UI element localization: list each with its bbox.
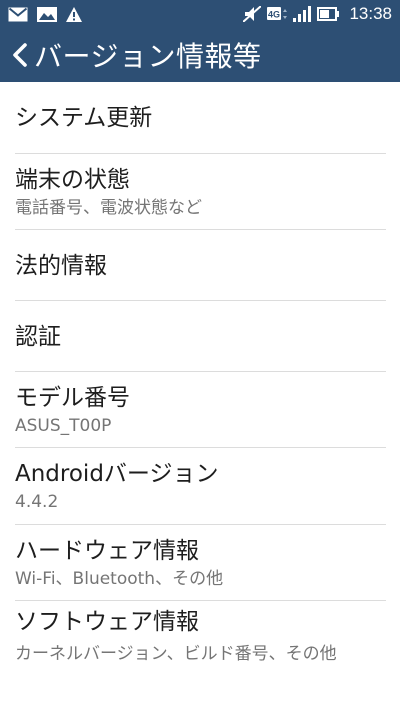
item-subtitle: Wi-Fi、Bluetooth、その他 <box>15 568 224 589</box>
list-item-system-update[interactable]: システム更新 <box>0 82 400 154</box>
notification-icons <box>8 6 82 22</box>
list-item-model-number[interactable]: モデル番号 ASUS_T00P <box>0 372 400 448</box>
item-title: ソフトウェア情報 <box>15 609 199 635</box>
list-item-hardware-info[interactable]: ハードウェア情報 Wi-Fi、Bluetooth、その他 <box>0 525 400 601</box>
warning-icon <box>66 6 82 22</box>
item-title: ハードウェア情報 <box>15 537 199 564</box>
item-title: モデル番号 <box>15 384 130 411</box>
item-subtitle: ASUS_T00P <box>15 415 112 436</box>
signal-icon <box>293 6 312 22</box>
item-title: システム更新 <box>15 105 153 131</box>
item-title: 法的情報 <box>15 252 107 279</box>
item-title: 認証 <box>15 323 61 350</box>
item-subtitle: 電話番号、電波状態など <box>15 197 202 218</box>
mail-icon <box>8 7 28 22</box>
app-bar: バージョン情報等 <box>0 28 400 82</box>
system-icons: 4G 13:38 <box>243 4 392 24</box>
page-title: バージョン情報等 <box>34 40 262 73</box>
list-item-legal-info[interactable]: 法的情報 <box>0 230 400 301</box>
chevron-left-icon <box>13 43 27 67</box>
list-item-certification[interactable]: 認証 <box>0 301 400 372</box>
clock: 13:38 <box>349 4 392 23</box>
item-title: 端末の状態 <box>15 166 130 193</box>
status-bar: 4G 13:38 <box>0 0 400 28</box>
image-icon <box>37 6 57 22</box>
settings-list: システム更新 端末の状態 電話番号、電波状態など 法的情報 認証 モデル番号 A… <box>0 82 400 711</box>
mute-icon <box>243 6 262 22</box>
list-item-software-info[interactable]: ソフトウェア情報 カーネルバージョン、ビルド番号、その他 <box>0 601 400 711</box>
item-subtitle: 4.4.2 <box>15 492 59 512</box>
battery-icon <box>317 7 340 21</box>
network-type-badge: 4G <box>267 6 288 22</box>
list-item-device-status[interactable]: 端末の状態 電話番号、電波状態など <box>0 154 400 230</box>
network-type-label: 4G <box>268 10 280 20</box>
item-title: Androidバージョン <box>15 461 219 487</box>
list-item-android-version[interactable]: Androidバージョン 4.4.2 <box>0 448 400 525</box>
back-button[interactable] <box>10 35 32 75</box>
item-subtitle: カーネルバージョン、ビルド番号、その他 <box>15 644 337 664</box>
